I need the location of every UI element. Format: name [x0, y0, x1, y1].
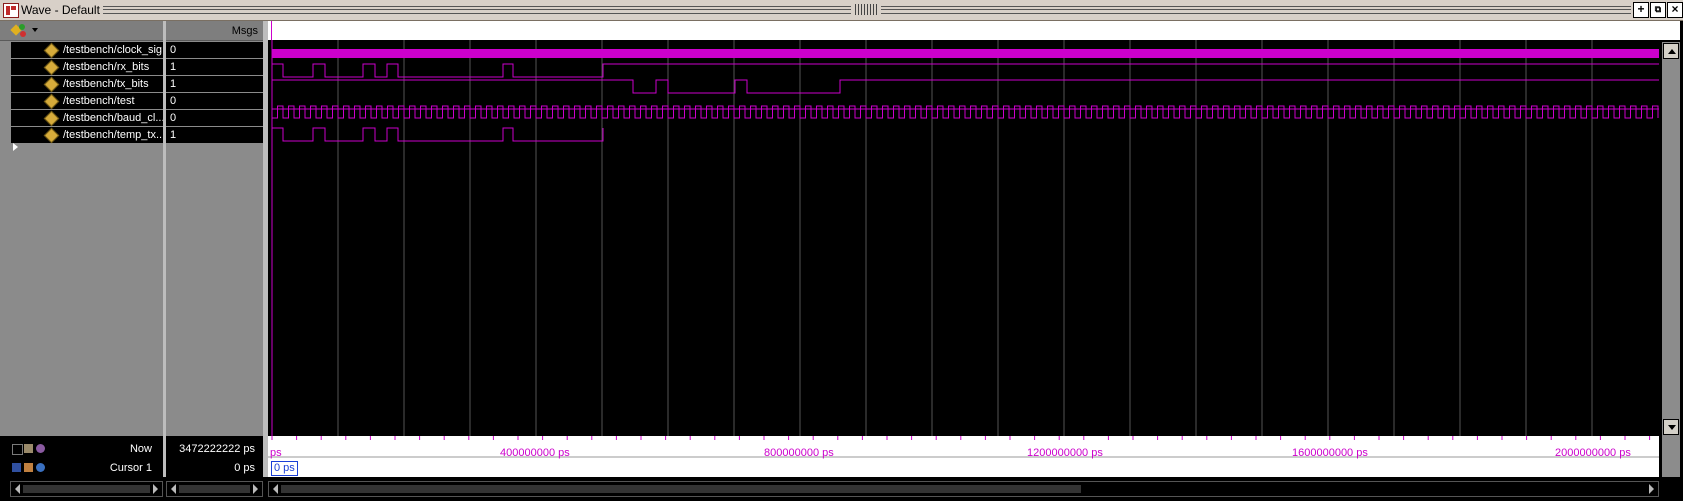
- titlebar-grip: [881, 6, 1631, 14]
- window-title: Wave - Default: [21, 3, 100, 17]
- rx-bits-wave: [272, 63, 1660, 78]
- close-icon[interactable]: ×: [1667, 2, 1683, 18]
- insert-marker-icon: [13, 143, 18, 151]
- scroll-thumb[interactable]: [281, 485, 1081, 493]
- cursor-toolbar: Now Cursor 1: [0, 436, 163, 477]
- signal-diamond-icon: [43, 127, 60, 144]
- signal-name: /testbench/tx_bits: [63, 78, 149, 90]
- ruler-tick-label: 2000000000 ps: [1555, 447, 1631, 459]
- vertical-scrollbar[interactable]: [1662, 42, 1680, 436]
- cursor-values: 3472222222 ps 0 ps: [166, 436, 263, 477]
- ruler-start-label: ps: [270, 447, 282, 459]
- dock-plus-icon[interactable]: +: [1633, 2, 1649, 18]
- scroll-up-icon[interactable]: [1663, 43, 1679, 59]
- signal-row[interactable]: /testbench/tx_bits: [11, 76, 163, 93]
- ruler-tick-label: 800000000 ps: [764, 447, 834, 459]
- ruler-tick-label: 400000000 ps: [500, 447, 570, 459]
- msgs-label: Msgs: [231, 25, 258, 37]
- scroll-left-icon[interactable]: [171, 484, 176, 494]
- undock-icon[interactable]: ⧉: [1650, 2, 1666, 18]
- signal-row[interactable]: /testbench/baud_cl...: [11, 110, 165, 127]
- time-grid: [337, 40, 1593, 436]
- signal-value: 1: [166, 127, 263, 143]
- signal-row[interactable]: /testbench/temp_tx...: [11, 127, 166, 144]
- wave-pane-scrollbar[interactable]: [268, 481, 1659, 497]
- signal-name-header: [0, 21, 163, 41]
- signal-row[interactable]: /testbench/rx_bits: [11, 59, 163, 76]
- wave-header-strip: [268, 21, 1680, 40]
- signal-diamond-icon: [43, 59, 60, 76]
- titlebar-grip: [103, 6, 851, 14]
- clock-sig-wave: [272, 49, 1660, 58]
- wave-window-icon: [3, 3, 19, 18]
- wave-tools-icon[interactable]: [10, 24, 28, 37]
- temp-tx-wave: [272, 127, 604, 142]
- window-titlebar: Wave - Default + ⧉ ×: [0, 0, 1683, 21]
- signal-diamond-icon: [43, 76, 60, 93]
- lock-cursor-icon[interactable]: [12, 463, 21, 472]
- signal-value: 1: [166, 76, 263, 92]
- baud-clk-wave: [272, 105, 1659, 119]
- signal-diamond-icon: [43, 42, 60, 59]
- scroll-right-icon[interactable]: [1649, 484, 1654, 494]
- time-ruler: ps 400000000 ps 800000000 ps 1200000000 …: [268, 436, 1659, 477]
- signal-name: /testbench/clock_sig: [63, 44, 163, 56]
- signal-value: 0: [166, 93, 263, 109]
- add-cursor-icon[interactable]: [12, 444, 23, 455]
- wrench-icon[interactable]: [24, 463, 33, 472]
- signal-name: /testbench/test: [63, 95, 135, 107]
- scroll-down-icon[interactable]: [1663, 419, 1679, 435]
- msgs-header: Msgs: [166, 21, 263, 41]
- signal-name: /testbench/rx_bits: [63, 61, 150, 73]
- cursor-marker: [271, 21, 272, 40]
- signal-row[interactable]: /testbench/clock_sig: [11, 42, 163, 59]
- waveform-canvas: [271, 40, 1660, 436]
- signal-diamond-icon: [43, 93, 60, 110]
- signal-name: /testbench/baud_cl...: [63, 112, 165, 124]
- name-pane-scrollbar[interactable]: [10, 481, 163, 497]
- signal-value: 0: [166, 42, 263, 58]
- now-label: Now: [129, 443, 152, 455]
- signal-value-panel: Msgs 0 1 1 0 0 1: [166, 21, 263, 436]
- ruler-ticks: [268, 436, 1659, 458]
- signal-diamond-icon: [43, 110, 60, 127]
- scroll-left-icon[interactable]: [15, 484, 20, 494]
- signal-value: 0: [166, 110, 263, 126]
- tx-bits-wave: [272, 79, 1660, 94]
- scroll-left-icon[interactable]: [273, 484, 278, 494]
- cursor-label: Cursor 1: [109, 462, 152, 474]
- delete-cursor-icon[interactable]: [36, 444, 45, 453]
- waveform-area[interactable]: [268, 40, 1660, 436]
- cursor-value: 0 ps: [234, 462, 255, 474]
- signal-name-panel: /testbench/clock_sig /testbench/rx_bits …: [0, 21, 166, 436]
- value-pane-scrollbar[interactable]: [166, 481, 263, 497]
- titlebar-drag-handle[interactable]: [855, 4, 877, 15]
- edit-cursor-icon[interactable]: [24, 444, 33, 453]
- now-value: 3472222222 ps: [179, 443, 255, 455]
- signal-row[interactable]: /testbench/test: [11, 93, 163, 110]
- ruler-tick-label: 1200000000 ps: [1027, 447, 1103, 459]
- scroll-thumb[interactable]: [179, 485, 250, 493]
- scroll-thumb[interactable]: [23, 485, 150, 493]
- chevron-down-icon[interactable]: [32, 28, 38, 32]
- cursor-time-box[interactable]: 0 ps: [271, 461, 298, 476]
- scroll-right-icon[interactable]: [153, 484, 158, 494]
- scroll-right-icon[interactable]: [253, 484, 258, 494]
- remove-icon[interactable]: [36, 463, 45, 472]
- ruler-corner: [1662, 436, 1680, 477]
- signal-value: 1: [166, 59, 263, 75]
- signal-name: /testbench/temp_tx...: [63, 129, 166, 141]
- ruler-tick-label: 1600000000 ps: [1292, 447, 1368, 459]
